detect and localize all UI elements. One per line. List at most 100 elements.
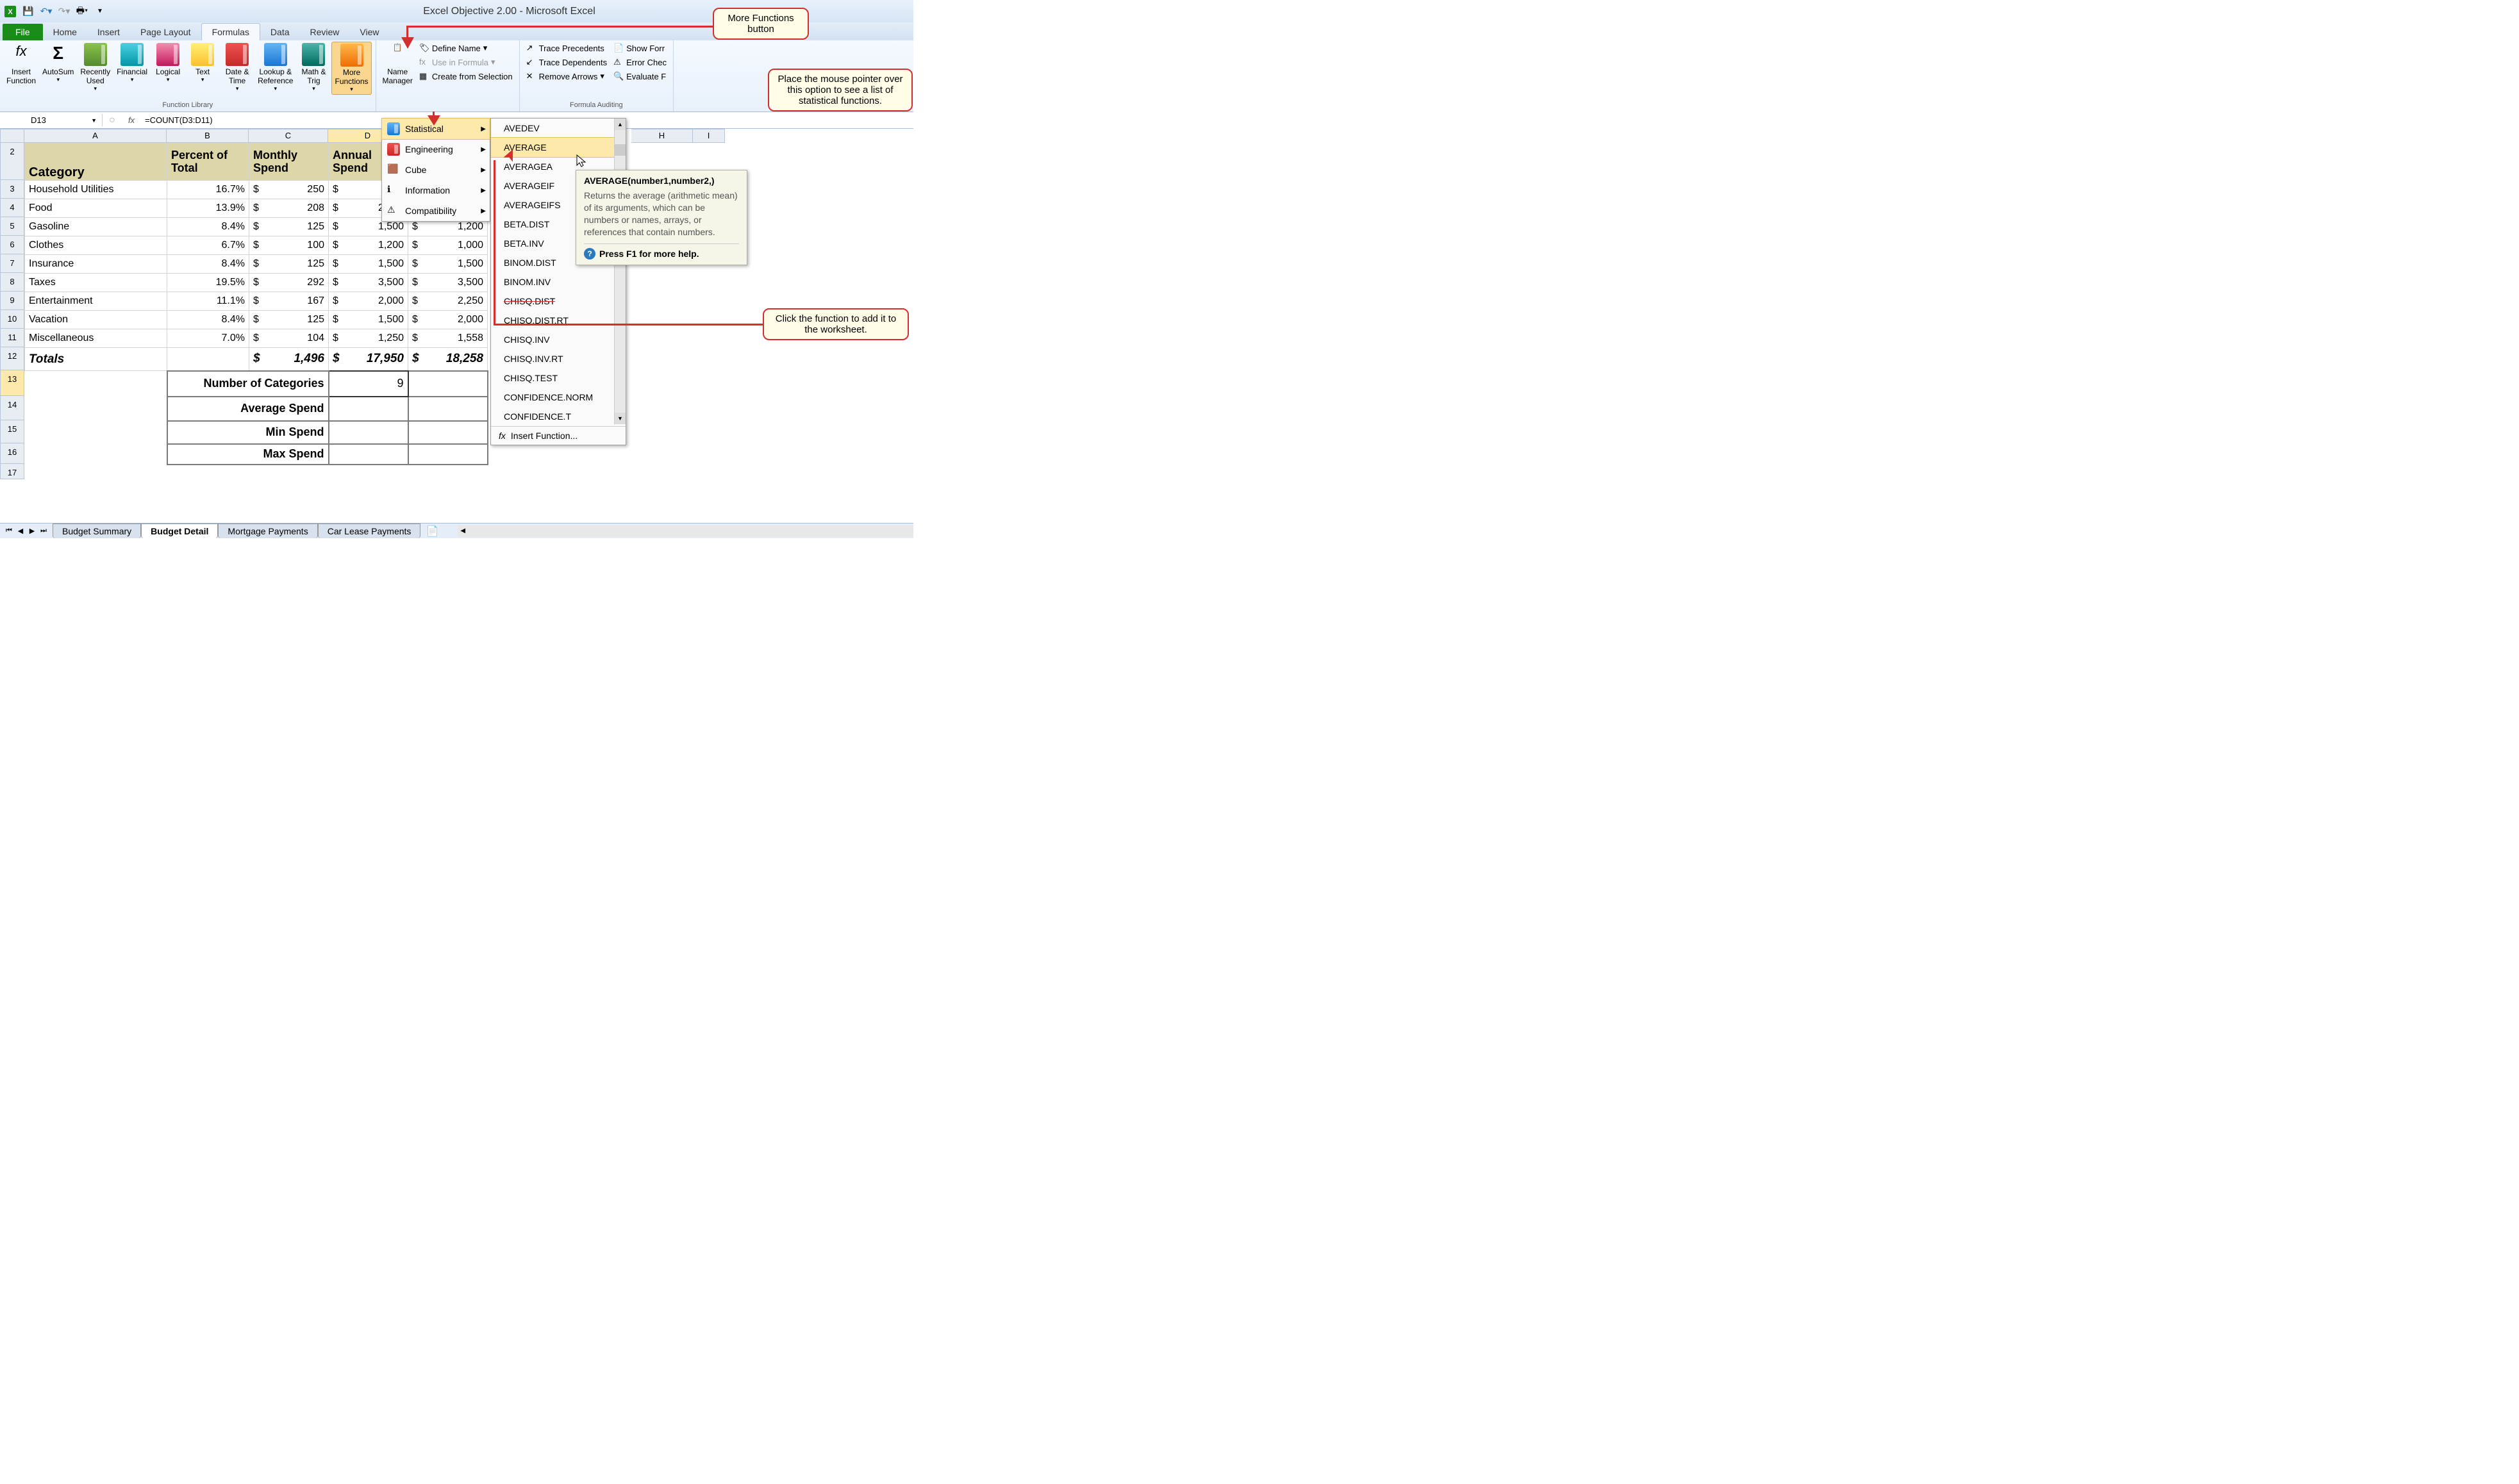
recently-used-button[interactable]: Recently Used▾ [78, 42, 113, 94]
cell[interactable]: $208 [249, 199, 329, 218]
col-header-B[interactable]: B [167, 129, 249, 143]
excel-icon[interactable]: X [3, 4, 18, 19]
define-name-button[interactable]: 🏷Define Name ▾ [417, 42, 515, 54]
col-header-H[interactable]: H [631, 129, 693, 143]
cell[interactable]: $250 [249, 181, 329, 199]
menu-cube[interactable]: 🟫Cube▶ [382, 160, 490, 180]
cell[interactable] [329, 421, 408, 444]
lookup-reference-button[interactable]: Lookup & Reference▾ [255, 42, 295, 94]
cell[interactable]: $1,500 [329, 311, 408, 329]
stat-fn-binominv[interactable]: BINOM.INV [491, 272, 626, 292]
col-header-A[interactable]: A [24, 129, 167, 143]
undo-icon[interactable]: ↶▾ [38, 4, 54, 19]
row-header[interactable]: 8 [0, 273, 24, 292]
cell[interactable]: 8.4% [167, 218, 249, 236]
insert-function-button[interactable]: fx Insert Function [4, 42, 38, 87]
cell[interactable]: 16.7% [167, 181, 249, 199]
cell[interactable] [408, 421, 488, 444]
scroll-up-icon[interactable]: ▲ [615, 119, 626, 130]
cell[interactable]: $3,500 [329, 274, 408, 292]
tab-home[interactable]: Home [43, 24, 87, 40]
qat-customize-icon[interactable]: ▼ [92, 4, 108, 19]
cell[interactable]: 7.0% [167, 329, 249, 348]
cell[interactable]: $18,258 [408, 348, 488, 371]
scrollbar[interactable]: ▲ ▼ [614, 119, 626, 424]
cell[interactable]: Vacation [25, 311, 167, 329]
stat-fn-conft[interactable]: CONFIDENCE.T [491, 407, 626, 426]
cell[interactable]: Monthly Spend [249, 144, 329, 181]
cancel-icon[interactable]: ○ [103, 115, 122, 126]
cell[interactable]: 11.1% [167, 292, 249, 311]
cell[interactable]: $292 [249, 274, 329, 292]
cell[interactable]: 6.7% [167, 236, 249, 255]
cell[interactable]: $2,000 [408, 311, 488, 329]
cell[interactable]: $1,496 [249, 348, 329, 371]
cell[interactable]: 19.5% [167, 274, 249, 292]
menu-engineering[interactable]: Engineering▶ [382, 139, 490, 160]
row-header[interactable]: 6 [0, 236, 24, 254]
cell[interactable]: $104 [249, 329, 329, 348]
row-header[interactable]: 2 [0, 143, 24, 180]
trace-dependents-button[interactable]: ↙Trace Dependents [524, 56, 610, 69]
cell[interactable]: Food [25, 199, 167, 218]
dropdown-icon[interactable]: ▼ [91, 117, 97, 124]
cell[interactable] [249, 465, 329, 483]
menu-compatibility[interactable]: ⚠Compatibility▶ [382, 201, 490, 221]
row-header[interactable]: 16 [0, 443, 24, 464]
last-sheet-icon[interactable]: ⏭ [38, 527, 49, 535]
scroll-down-icon[interactable]: ▼ [615, 413, 626, 424]
cell[interactable]: Max Spend [167, 444, 329, 465]
row-header[interactable]: 5 [0, 217, 24, 236]
cell[interactable]: $125 [249, 311, 329, 329]
cell[interactable]: $167 [249, 292, 329, 311]
print-icon[interactable]: 🖶▾ [74, 4, 90, 19]
autosum-button[interactable]: Σ AutoSum▾ [40, 42, 76, 85]
cell[interactable]: Clothes [25, 236, 167, 255]
redo-icon[interactable]: ↷▾ [56, 4, 72, 19]
new-sheet-icon[interactable]: 📄 [426, 525, 438, 538]
cell[interactable]: $1,000 [408, 236, 488, 255]
tab-insert[interactable]: Insert [87, 24, 130, 40]
cell[interactable] [329, 397, 408, 421]
date-time-button[interactable]: Date & Time▾ [220, 42, 254, 94]
row-header[interactable]: 15 [0, 420, 24, 443]
error-checking-button[interactable]: ⚠Error Chec [611, 56, 669, 69]
cell[interactable]: Insurance [25, 255, 167, 274]
sheet-tab[interactable]: Mortgage Payments [218, 524, 317, 538]
stat-fn-confnorm[interactable]: CONFIDENCE.NORM [491, 388, 626, 407]
logical-button[interactable]: Logical▾ [151, 42, 185, 85]
sheet-tab[interactable]: Budget Summary [53, 524, 141, 538]
cell[interactable]: Min Spend [167, 421, 329, 444]
cell[interactable] [329, 444, 408, 465]
cell[interactable]: Entertainment [25, 292, 167, 311]
cell[interactable] [25, 444, 167, 465]
insert-function-link[interactable]: fxInsert Function... [491, 426, 626, 445]
row-header[interactable]: 9 [0, 292, 24, 310]
row-header[interactable]: 10 [0, 310, 24, 329]
trace-precedents-button[interactable]: ↗Trace Precedents [524, 42, 610, 54]
cell[interactable] [408, 444, 488, 465]
cell[interactable]: Percent of Total [167, 144, 249, 181]
scroll-thumb[interactable] [615, 144, 626, 156]
row-header[interactable]: 12 [0, 347, 24, 370]
col-header-C[interactable]: C [249, 129, 328, 143]
horizontal-scrollbar[interactable]: ◀ [458, 525, 913, 537]
stat-fn-chisqdistrt[interactable]: CHISQ.DIST.RT [491, 311, 626, 330]
cell[interactable] [408, 397, 488, 421]
cell[interactable] [408, 465, 488, 483]
cell[interactable]: Taxes [25, 274, 167, 292]
financial-button[interactable]: Financial▾ [114, 42, 150, 85]
cell[interactable]: $100 [249, 236, 329, 255]
stat-fn-chisqtest[interactable]: CHISQ.TEST [491, 368, 626, 388]
first-sheet-icon[interactable]: ⏮ [4, 527, 14, 535]
more-functions-button[interactable]: More Functions▾ [331, 42, 371, 95]
tab-page-layout[interactable]: Page Layout [130, 24, 201, 40]
cell[interactable]: Miscellaneous [25, 329, 167, 348]
row-header[interactable]: 4 [0, 199, 24, 217]
tab-view[interactable]: View [349, 24, 389, 40]
row-header[interactable]: 17 [0, 464, 24, 479]
show-formulas-button[interactable]: 📄Show Forr [611, 42, 669, 54]
menu-information[interactable]: ℹInformation▶ [382, 180, 490, 201]
file-tab[interactable]: File [3, 24, 43, 40]
cell[interactable]: Household Utilities [25, 181, 167, 199]
